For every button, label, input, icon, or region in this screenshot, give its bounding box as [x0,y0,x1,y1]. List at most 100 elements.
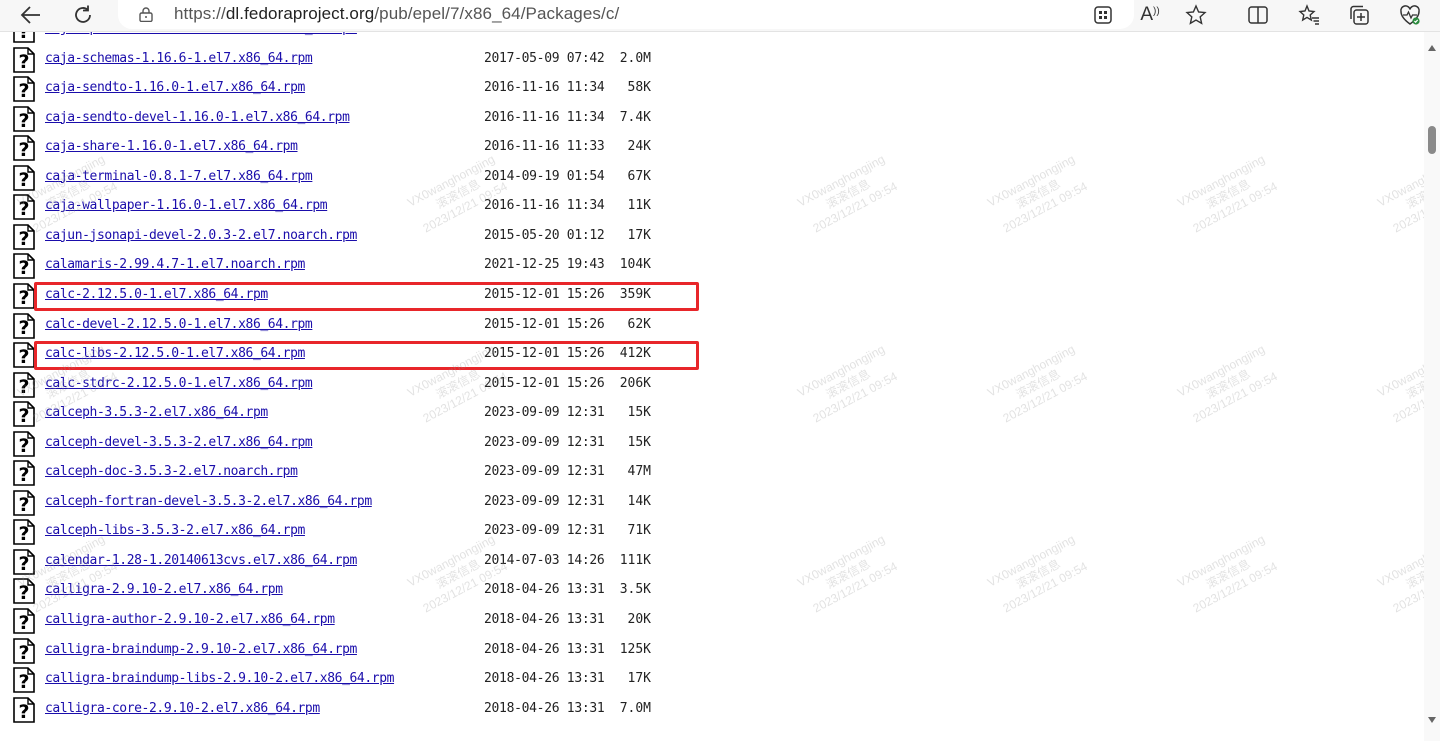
svg-text:?: ? [18,523,29,545]
read-aloud-icon: A [1140,4,1153,25]
svg-text:?: ? [18,582,29,604]
unknown-file-icon: ? [13,46,35,73]
watermark: VX0wanghongjing滚滚信息2023/12/21 09:54 [985,531,1090,616]
file-row: ? calceph-libs-3.5.3-2.el7.x86_64.rpm 2023… [0,519,720,551]
file-date: 2014-07-03 14:26 [484,552,605,568]
file-link[interactable]: calc-stdrc-2.12.5.0-1.el7.x86_64.rpm [45,376,313,391]
file-size: 18K [600,32,651,36]
unknown-file-icon: ? [13,371,35,398]
file-link[interactable]: calamaris-2.99.4.7-1.el7.noarch.rpm [45,257,305,272]
file-link[interactable]: calligra-core-2.9.10-2.el7.x86_64.rpm [45,701,320,716]
file-size: 111K [619,552,651,568]
svg-text:?: ? [18,198,29,220]
file-row: ? calligra-author-2.9.10-2.el7.x86_64.rpm… [0,608,720,640]
favorite-button[interactable] [1183,3,1209,27]
file-link[interactable]: calceph-libs-3.5.3-2.el7.x86_64.rpm [45,523,305,538]
svg-text:?: ? [18,169,29,191]
file-link[interactable]: caja-open-terminal-1.16.0-1.el7.x86_64.r… [45,32,357,36]
svg-text:?: ? [18,80,29,102]
watermark: VX0wanghongjing滚滚信息2023/12/21 09:54 [795,151,900,236]
file-link[interactable]: calligra-2.9.10-2.el7.x86_64.rpm [45,582,283,597]
url-prefix: https:// [174,4,226,23]
svg-text:?: ? [18,671,29,693]
file-date: 2023-09-09 12:31 [484,405,605,421]
file-date: 2021-12-25 19:43 [484,257,605,273]
apps-button[interactable] [1090,3,1116,27]
unknown-file-icon: ? [13,430,35,457]
file-row: ? calendar-1.28-1.20140613cvs.el7.x86_64.… [0,549,720,581]
collections-button[interactable] [1346,3,1372,27]
svg-text:?: ? [18,228,29,250]
watermark: VX0wanghongjing滚滚信息2023/12/21 09:54 [1375,341,1424,426]
file-size: 2.0M [619,50,651,66]
file-link[interactable]: calligra-braindump-2.9.10-2.el7.x86_64.r… [45,642,357,657]
unknown-file-icon: ? [13,135,35,161]
file-date: 2016-11-16 11:33 [484,139,605,155]
file-date: 2015-12-01 15:26 [484,316,605,332]
watermark: VX0wanghongjing滚滚信息2023/12/21 09:54 [1375,151,1424,236]
file-link[interactable]: caja-schemas-1.16.6-1.el7.x86_64.rpm [45,51,313,66]
vertical-scrollbar[interactable] [1424,32,1440,741]
svg-text:?: ? [18,32,29,43]
watermark: VX0wanghongjing滚滚信息2023/12/21 09:54 [1175,341,1280,426]
file-row: ? cajun-jsonapi-devel-2.0.3-2.el7.noarch.… [0,224,720,256]
svg-text:?: ? [18,405,29,427]
browser-toolbar: https://dl.fedoraproject.org/pub/epel/7/… [0,0,1440,32]
file-link[interactable]: calligra-braindump-libs-2.9.10-2.el7.x86… [45,671,394,686]
back-button[interactable] [18,3,44,27]
file-size: 14K [627,493,651,509]
file-row: ? calamaris-2.99.4.7-1.el7.noarch.rpm 2021… [0,253,720,285]
file-link[interactable]: cajun-jsonapi-devel-2.0.3-2.el7.noarch.r… [45,228,357,243]
file-size: 104K [619,257,651,273]
file-link[interactable]: caja-share-1.16.0-1.el7.x86_64.rpm [45,139,298,154]
split-screen-button[interactable] [1245,3,1271,27]
scroll-down-arrow-icon[interactable] [1428,717,1436,723]
unknown-file-icon: ? [13,667,35,693]
scroll-up-arrow-icon[interactable] [1428,45,1436,51]
watermark: VX0wanghongjing滚滚信息2023/12/21 09:54 [1175,151,1280,236]
file-link[interactable]: caja-terminal-0.8.1-7.el7.x86_64.rpm [45,169,313,184]
url-path: /pub/epel/7/x86_64/Packages/c/ [374,4,620,23]
svg-text:?: ? [18,139,29,161]
lock-icon [139,7,153,22]
file-link[interactable]: calc-devel-2.12.5.0-1.el7.x86_64.rpm [45,317,313,332]
file-link[interactable]: calligra-author-2.9.10-2.el7.x86_64.rpm [45,612,335,627]
unknown-file-icon: ? [13,489,35,516]
svg-text:?: ? [18,51,29,73]
refresh-button[interactable] [70,3,96,27]
file-size: 62K [627,316,651,332]
file-row: ? caja-terminal-0.8.1-7.el7.x86_64.rpm 201… [0,164,720,197]
split-screen-icon [1248,6,1268,24]
svg-text:?: ? [18,612,29,634]
read-aloud-button[interactable]: A)) [1137,3,1163,27]
watermark: VX0wanghongjing滚滚信息2023/12/21 09:54 [795,341,900,426]
svg-text:?: ? [18,287,29,309]
unknown-file-icon: ? [13,401,35,427]
unknown-file-icon: ? [13,283,35,309]
file-row: ? caja-sendto-devel-1.16.0-1.el7.x86_64.r… [0,105,720,138]
file-link[interactable]: calceph-devel-3.5.3-2.el7.x86_64.rpm [45,435,313,450]
scrollbar-thumb[interactable] [1428,126,1436,154]
file-row: ? calc-stdrc-2.12.5.0-1.el7.x86_64.rpm 201… [0,371,720,404]
address-bar[interactable]: https://dl.fedoraproject.org/pub/epel/7/… [118,0,1134,29]
file-link[interactable]: caja-wallpaper-1.16.0-1.el7.x86_64.rpm [45,198,328,213]
file-link[interactable]: calceph-3.5.3-2.el7.x86_64.rpm [45,405,268,420]
watermark: VX0wanghongjing滚滚信息2023/12/21 09:54 [1375,531,1424,616]
file-link[interactable]: calendar-1.28-1.20140613cvs.el7.x86_64.r… [45,553,357,568]
file-link[interactable]: calceph-doc-3.5.3-2.el7.noarch.rpm [45,464,298,479]
file-date: 2018-04-26 13:31 [484,582,605,598]
file-link[interactable]: caja-sendto-1.16.0-1.el7.x86_64.rpm [45,80,305,95]
unknown-file-icon: ? [13,519,35,545]
svg-text:?: ? [18,464,29,486]
browser-essentials-button[interactable] [1397,3,1423,27]
file-date: 2015-05-20 01:12 [484,227,605,243]
file-size: 3.5K [619,582,651,598]
unknown-file-icon: ? [13,342,35,368]
file-link[interactable]: calceph-fortran-devel-3.5.3-2.el7.x86_64… [45,494,372,509]
file-size: 125K [619,641,651,657]
file-size: 15K [627,434,651,450]
file-link[interactable]: caja-sendto-devel-1.16.0-1.el7.x86_64.rp… [45,110,350,125]
url-text[interactable]: https://dl.fedoraproject.org/pub/epel/7/… [174,4,619,24]
favorites-button[interactable] [1296,3,1322,27]
unknown-file-icon: ? [13,549,35,575]
